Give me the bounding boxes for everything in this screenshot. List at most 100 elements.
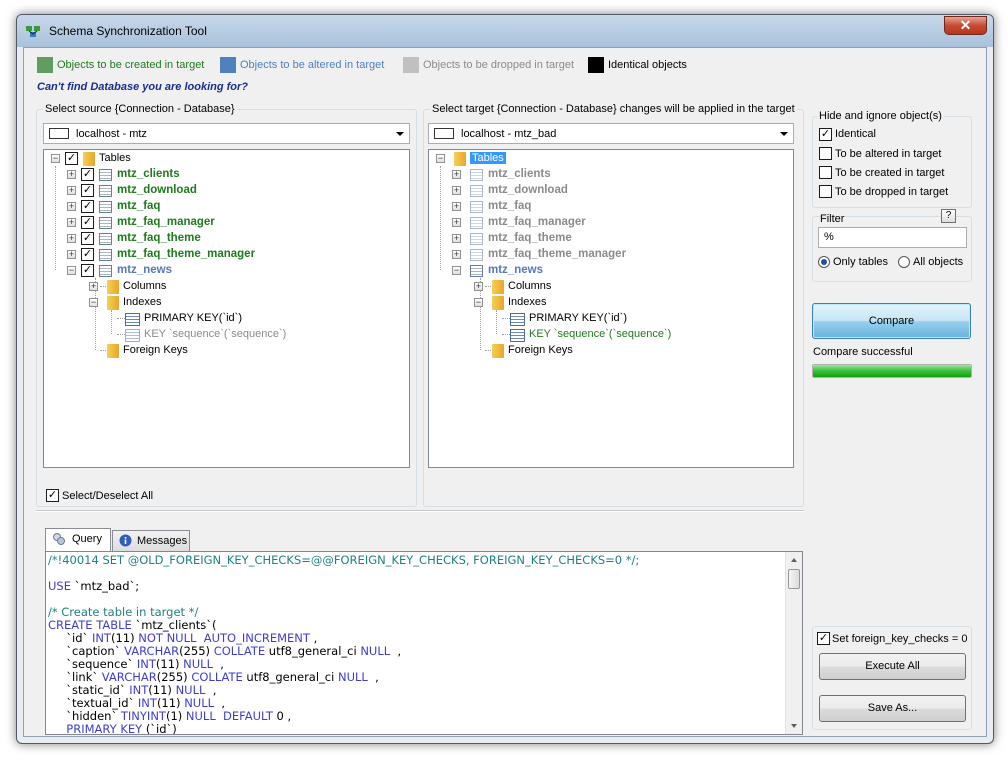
only-tables-label: Only tables — [833, 256, 889, 268]
execute-all-button[interactable]: Execute All — [819, 653, 966, 680]
table-checkbox[interactable]: ✓ — [81, 184, 94, 197]
table-label: mtz_faq_theme — [488, 232, 572, 244]
altered-label: To be altered in target — [835, 148, 942, 160]
only-tables-radio[interactable] — [818, 256, 830, 268]
dropped-label: To be dropped in target — [835, 186, 949, 198]
title-bar[interactable]: Schema Synchronization Tool ✕ — [17, 15, 993, 47]
collapse-icon[interactable]: − — [67, 266, 76, 275]
select-all-checkbox[interactable]: ✓ — [46, 489, 59, 502]
collapse-icon[interactable]: − — [436, 154, 445, 163]
indexes-label: Indexes — [123, 296, 162, 308]
table-icon — [470, 233, 483, 245]
expand-icon[interactable]: + — [474, 282, 483, 291]
expand-icon[interactable]: + — [452, 234, 461, 243]
altered-checkbox[interactable] — [819, 147, 832, 160]
fk-checks-checkbox[interactable]: ✓ — [817, 632, 830, 645]
filter-input[interactable]: % — [818, 227, 967, 248]
expand-icon[interactable]: + — [452, 218, 461, 227]
query-scrollbar[interactable] — [785, 552, 802, 734]
table-label: mtz_download — [117, 184, 197, 196]
collapse-icon[interactable]: − — [474, 298, 483, 307]
table-checkbox[interactable]: ✓ — [81, 168, 94, 181]
columns-label: Columns — [123, 280, 167, 292]
tab-query-label: Query — [72, 533, 102, 545]
table-label: mtz_clients — [117, 168, 180, 180]
table-icon — [470, 201, 483, 213]
table-icon — [99, 265, 112, 277]
all-objects-radio[interactable] — [898, 256, 910, 268]
tree-root-label: Tables — [470, 152, 506, 164]
expand-icon[interactable]: + — [67, 202, 76, 211]
compare-button[interactable]: Compare — [812, 303, 971, 339]
folder-icon — [107, 280, 119, 294]
source-tree[interactable]: − ✓ Tables + ✓ mtz_clients + ✓ mtz_downl… — [43, 149, 410, 468]
close-button[interactable]: ✕ — [944, 16, 987, 35]
folder-icon — [107, 344, 119, 358]
table-checkbox[interactable]: ✓ — [81, 216, 94, 229]
tab-query[interactable]: Query — [45, 528, 111, 551]
identical-label: Identical — [835, 128, 876, 140]
target-tree[interactable]: − Tables + mtz_clients + mtz_download + … — [428, 149, 794, 468]
save-as-button[interactable]: Save As... — [819, 695, 966, 722]
collapse-icon[interactable]: − — [89, 298, 98, 307]
index-icon — [510, 329, 525, 342]
horizontal-splitter[interactable] — [36, 510, 804, 512]
table-icon — [470, 185, 483, 197]
source-connection-select[interactable]: localhost - mtz — [43, 123, 410, 144]
table-label: mtz_clients — [488, 168, 551, 180]
folder-icon — [492, 296, 504, 310]
legend-identical-label: Identical objects — [608, 59, 687, 71]
folder-icon — [492, 344, 504, 358]
table-icon — [99, 201, 112, 213]
table-label: mtz_faq — [117, 200, 161, 212]
tab-messages-label: Messages — [137, 535, 188, 547]
collapse-icon[interactable]: − — [51, 154, 60, 163]
expand-icon[interactable]: + — [67, 234, 76, 243]
expand-icon[interactable]: + — [452, 202, 461, 211]
table-icon — [470, 249, 483, 261]
table-checkbox[interactable]: ✓ — [81, 264, 94, 277]
created-checkbox[interactable] — [819, 166, 832, 179]
window-title: Schema Synchronization Tool — [49, 24, 207, 38]
table-label: mtz_news — [117, 264, 172, 276]
hide-ignore-title: Hide and ignore object(s) — [817, 110, 944, 122]
database-icon — [434, 128, 454, 139]
target-connection-select[interactable]: localhost - mtz_bad — [428, 123, 794, 144]
tree-root-checkbox[interactable]: ✓ — [65, 152, 78, 165]
identical-checkbox[interactable]: ✓ — [819, 128, 832, 141]
table-checkbox[interactable]: ✓ — [81, 200, 94, 213]
scroll-down-icon[interactable] — [791, 724, 797, 728]
expand-icon[interactable]: + — [452, 186, 461, 195]
help-icon[interactable]: ? — [941, 209, 956, 223]
table-label: mtz_news — [488, 264, 543, 276]
expand-icon[interactable]: + — [89, 282, 98, 291]
info-icon — [119, 534, 132, 547]
tab-messages[interactable]: Messages — [112, 530, 190, 551]
scroll-up-icon[interactable] — [791, 558, 797, 562]
query-editor[interactable]: /*!40014 SET @OLD_FOREIGN_KEY_CHECKS=@@F… — [45, 551, 803, 735]
index-label: PRIMARY KEY(`id`) — [529, 312, 628, 324]
scroll-thumb[interactable] — [788, 569, 800, 589]
dropped-checkbox[interactable] — [819, 185, 832, 198]
table-icon — [470, 169, 483, 181]
fk-checks-label: Set foreign_key_checks = 0 — [832, 633, 968, 645]
collapse-icon[interactable]: − — [452, 266, 461, 275]
source-group-title: Select source {Connection - Database} — [43, 103, 237, 115]
expand-icon[interactable]: + — [452, 170, 461, 179]
expand-icon[interactable]: + — [67, 170, 76, 179]
expand-icon[interactable]: + — [67, 250, 76, 259]
target-group-title: Select target {Connection - Database} ch… — [430, 103, 797, 115]
legend-dropped-swatch — [403, 57, 419, 73]
cant-find-database-link[interactable]: Can't find Database you are looking for? — [37, 81, 248, 93]
index-icon — [510, 313, 525, 326]
index-label: KEY `sequence`(`sequence`) — [529, 328, 672, 340]
legend-created-label: Objects to be created in target — [57, 59, 205, 71]
table-checkbox[interactable]: ✓ — [81, 232, 94, 245]
expand-icon[interactable]: + — [67, 186, 76, 195]
expand-icon[interactable]: + — [67, 218, 76, 227]
query-line: PRIMARY KEY (`id`) — [48, 722, 177, 735]
table-checkbox[interactable]: ✓ — [81, 248, 94, 261]
main-window: Schema Synchronization Tool ✕ Objects to… — [16, 14, 994, 744]
expand-icon[interactable]: + — [452, 250, 461, 259]
index-label: KEY `sequence`(`sequence`) — [144, 328, 287, 340]
